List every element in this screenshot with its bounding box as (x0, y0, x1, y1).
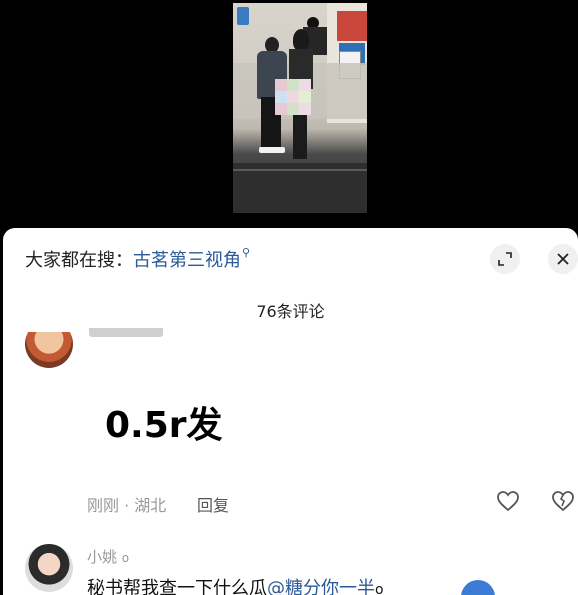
broken-heart-icon (552, 491, 574, 512)
search-icon: ⚲ (242, 246, 251, 259)
close-button[interactable] (548, 244, 578, 274)
dislike-button[interactable] (551, 490, 575, 516)
expand-icon (498, 252, 512, 266)
comment-count: 76条评论 (256, 302, 325, 321)
comments-sheet: 大家都在搜：古茗第三视角⚲ 76条评论 0.5r发 刚刚 · 湖北 回复 小姚 … (3, 228, 578, 595)
mosaic-blur (275, 79, 311, 115)
mention-suffix: o (375, 582, 384, 595)
video-area[interactable] (0, 0, 578, 230)
floating-action-button[interactable] (461, 580, 495, 595)
avatar[interactable] (25, 332, 73, 368)
trending-search-label: 大家都在搜： (25, 250, 133, 271)
username-cropped (89, 328, 169, 338)
mention-link[interactable]: @糖分你一半 (267, 578, 375, 595)
trending-search-term[interactable]: 古茗第三视角 (133, 250, 241, 271)
comment-text: 0.5r发 (105, 405, 223, 446)
expand-button[interactable] (490, 244, 520, 274)
video-floor-line (233, 169, 367, 171)
video-sign (237, 7, 249, 25)
reply-button[interactable]: 回复 (197, 492, 229, 516)
comment-username-text: 小姚 (87, 548, 118, 566)
avatar[interactable] (25, 544, 73, 592)
heart-icon (497, 491, 519, 512)
comment-username[interactable]: 小姚 o (87, 546, 129, 567)
like-button[interactable] (496, 490, 520, 516)
comment-meta: 刚刚 · 湖北 (87, 496, 167, 515)
video-thumbnail[interactable] (233, 3, 367, 213)
comment-body: 秘书帮我查一下什么瓜 (87, 578, 267, 595)
username-suffix: o (121, 551, 130, 565)
comment-text: 秘书帮我查一下什么瓜@糖分你一半o (87, 574, 384, 595)
trending-search[interactable]: 大家都在搜：古茗第三视角⚲ (25, 246, 250, 272)
close-icon (557, 253, 569, 265)
video-shelf (337, 11, 367, 41)
